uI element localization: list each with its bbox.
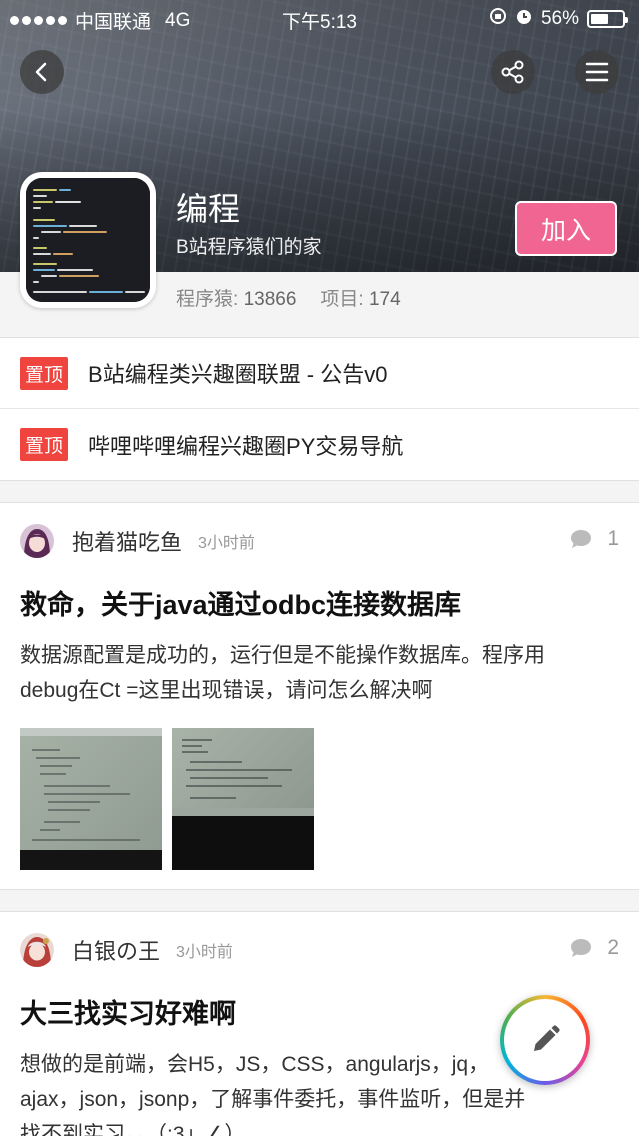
members-count: 13866 xyxy=(243,289,297,310)
post-time: 3小时前 xyxy=(176,944,233,961)
post-body: 数据源配置是成功的，运行但是不能操作数据库。程序用 debug在Ct =这里出现… xyxy=(20,644,545,702)
projects-stat: 项目: 174 xyxy=(320,289,401,310)
post-time: 3小时前 xyxy=(198,535,255,552)
post-image[interactable] xyxy=(172,728,314,870)
back-button[interactable] xyxy=(20,50,64,94)
share-icon xyxy=(501,60,524,84)
battery-icon xyxy=(587,10,628,28)
circle-avatar-image xyxy=(26,178,150,302)
pinned-title: 哔哩哔哩编程兴趣圈PY交易导航 xyxy=(88,433,404,459)
projects-count: 174 xyxy=(368,289,401,310)
back-icon xyxy=(35,62,47,82)
username[interactable]: 抱着猫吃鱼 xyxy=(72,525,182,557)
post-title[interactable]: 救命，关于java通过odbc连接数据库 xyxy=(20,583,619,622)
share-button[interactable] xyxy=(491,50,535,94)
user-avatar[interactable] xyxy=(20,933,54,967)
pinned-title: B站编程类兴趣圈联盟 - 公告v0 xyxy=(88,362,388,387)
members-stat: 程序猿: 13866 xyxy=(176,289,297,310)
post-card[interactable]: 抱着猫吃鱼 3小时前 1 救命，关于java通过odbc连接数据库 数据源配置是… xyxy=(0,502,639,890)
comment-icon xyxy=(571,530,592,548)
pinned-item[interactable]: 置顶 B站编程类兴趣圈联盟 - 公告v0 xyxy=(0,338,639,409)
alarm-icon xyxy=(515,7,533,31)
pinned-list: 置顶 B站编程类兴趣圈联盟 - 公告v0 置顶 哔哩哔哩编程兴趣圈PY交易导航 xyxy=(0,338,639,481)
post-image[interactable] xyxy=(20,728,162,870)
menu-icon xyxy=(585,62,609,82)
circle-name: 编程 xyxy=(176,191,241,227)
username[interactable]: 白银の王 xyxy=(72,934,160,966)
user-avatar[interactable] xyxy=(20,524,54,558)
circle-description: B站程序猿们的家 xyxy=(176,237,322,258)
comment-icon xyxy=(571,939,592,957)
battery-level xyxy=(591,14,608,24)
pencil-icon xyxy=(534,1025,560,1051)
pinned-tag: 置顶 xyxy=(20,428,69,461)
rotation-lock-icon xyxy=(489,7,507,31)
menu-button[interactable] xyxy=(575,50,619,94)
circle-avatar xyxy=(20,172,156,308)
comment-count[interactable]: 2 xyxy=(569,936,619,960)
join-button[interactable]: 加入 xyxy=(515,201,617,256)
comment-count[interactable]: 1 xyxy=(569,527,619,551)
new-post-button[interactable] xyxy=(500,995,590,1085)
pinned-tag: 置顶 xyxy=(20,356,69,390)
battery-percent: 56% xyxy=(540,8,579,29)
pinned-item[interactable]: 置顶 哔哩哔哩编程兴趣圈PY交易导航 xyxy=(0,409,639,480)
status-bar: 中国联通 4G 下午5:13 56% xyxy=(0,0,639,36)
